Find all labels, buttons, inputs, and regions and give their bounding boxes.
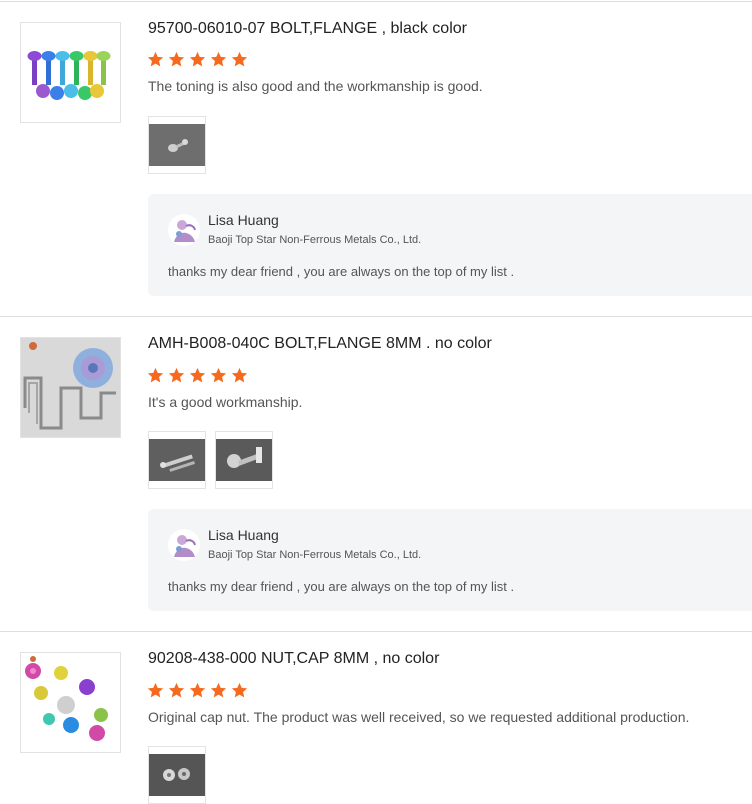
avatar bbox=[168, 529, 200, 561]
reviews-list: 95700-06010-07 BOLT,FLANGE , black color… bbox=[0, 0, 752, 804]
product-title[interactable]: 90208-438-000 NUT,CAP 8MM , no color bbox=[148, 650, 439, 668]
star-icon bbox=[231, 367, 248, 383]
star-icon bbox=[231, 51, 248, 67]
review-comment: Original cap nut. The product was well r… bbox=[148, 709, 690, 725]
avatar bbox=[168, 214, 200, 246]
divider bbox=[0, 1, 752, 2]
reply-company: Baoji Top Star Non-Ferrous Metals Co., L… bbox=[208, 549, 422, 561]
reply-author-name: Lisa Huang bbox=[208, 527, 279, 543]
star-icon bbox=[210, 367, 227, 383]
star-icon bbox=[189, 682, 206, 698]
product-title[interactable]: 95700-06010-07 BOLT,FLANGE , black color bbox=[148, 20, 467, 38]
star-icon bbox=[168, 682, 185, 698]
review-photo[interactable] bbox=[215, 431, 273, 489]
reply-company: Baoji Top Star Non-Ferrous Metals Co., L… bbox=[208, 234, 422, 246]
review-photo[interactable] bbox=[148, 431, 206, 489]
product-thumbnail[interactable] bbox=[20, 652, 121, 753]
review-photos bbox=[148, 431, 273, 489]
reply-author-name: Lisa Huang bbox=[208, 212, 279, 228]
star-icon bbox=[147, 51, 164, 67]
star-icon bbox=[189, 51, 206, 67]
product-thumbnail[interactable] bbox=[20, 22, 121, 123]
review-item: AMH-B008-040C BOLT,FLANGE 8MM . no color… bbox=[0, 316, 752, 632]
reply-text: thanks my dear friend , you are always o… bbox=[168, 264, 515, 279]
star-icon bbox=[189, 367, 206, 383]
seller-reply: Lisa Huang Baoji Top Star Non-Ferrous Me… bbox=[148, 509, 752, 611]
divider bbox=[0, 316, 752, 317]
product-title[interactable]: AMH-B008-040C BOLT,FLANGE 8MM . no color bbox=[148, 335, 492, 353]
star-icon bbox=[147, 367, 164, 383]
star-icon bbox=[231, 682, 248, 698]
rating-stars bbox=[147, 682, 248, 702]
rating-stars bbox=[147, 51, 248, 71]
divider bbox=[0, 631, 752, 632]
review-photo[interactable] bbox=[148, 116, 206, 174]
review-comment: The toning is also good and the workmans… bbox=[148, 78, 483, 94]
star-icon bbox=[210, 51, 227, 67]
star-icon bbox=[210, 682, 227, 698]
product-thumbnail[interactable] bbox=[20, 337, 121, 438]
reply-text: thanks my dear friend , you are always o… bbox=[168, 579, 515, 594]
review-item: 90208-438-000 NUT,CAP 8MM , no color Ori… bbox=[0, 631, 752, 804]
star-icon bbox=[147, 682, 164, 698]
review-photos bbox=[148, 746, 206, 804]
review-comment: It's a good workmanship. bbox=[148, 394, 303, 410]
seller-reply: Lisa Huang Baoji Top Star Non-Ferrous Me… bbox=[148, 194, 752, 296]
star-icon bbox=[168, 51, 185, 67]
star-icon bbox=[168, 367, 185, 383]
review-photos bbox=[148, 116, 206, 174]
rating-stars bbox=[147, 367, 248, 387]
review-item: 95700-06010-07 BOLT,FLANGE , black color… bbox=[0, 0, 752, 316]
review-photo[interactable] bbox=[148, 746, 206, 804]
